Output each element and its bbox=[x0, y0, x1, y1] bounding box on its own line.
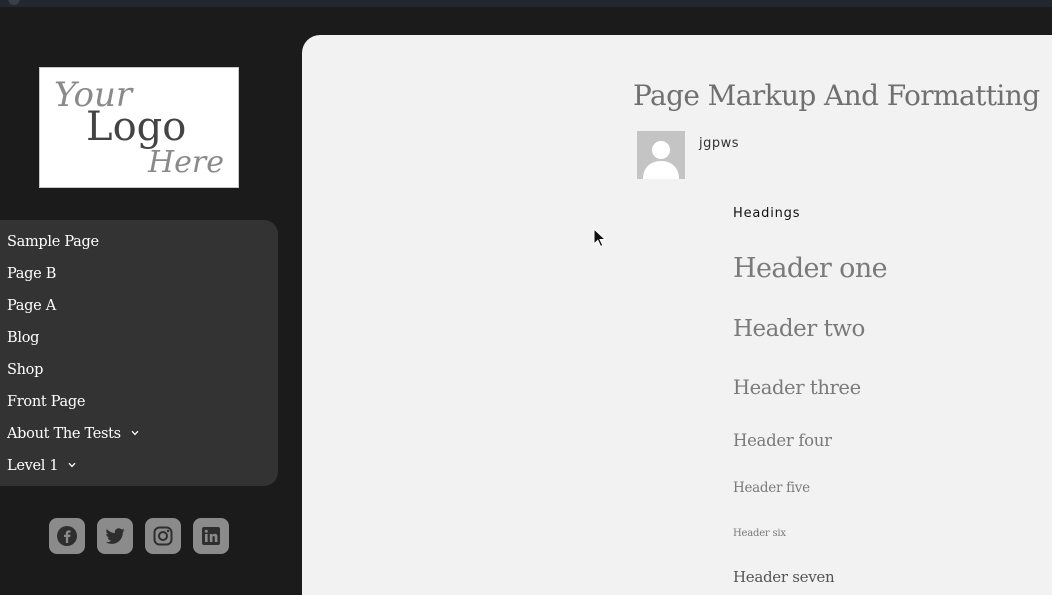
logo-text-logo: Logo bbox=[86, 104, 186, 150]
nav-item-about-the-tests[interactable]: About The Tests bbox=[0, 418, 278, 450]
heading-seven: Header seven bbox=[733, 568, 835, 586]
nav-item-page-b[interactable]: Page B bbox=[0, 258, 278, 290]
site-logo[interactable]: Your Logo Here bbox=[39, 67, 239, 188]
nav-item-label: Front Page bbox=[7, 394, 86, 410]
nav-item-label: Page A bbox=[7, 298, 56, 314]
browser-icon bbox=[8, 0, 20, 5]
browser-top-bar bbox=[0, 0, 1052, 7]
user-avatar-icon bbox=[643, 141, 679, 179]
nav-item-shop[interactable]: Shop bbox=[0, 354, 278, 386]
logo-text-here: Here bbox=[147, 145, 224, 180]
nav-item-front-page[interactable]: Front Page bbox=[0, 386, 278, 418]
mouse-cursor-icon bbox=[593, 228, 607, 248]
linkedin-link[interactable] bbox=[193, 518, 229, 554]
instagram-link[interactable] bbox=[145, 518, 181, 554]
instagram-icon bbox=[153, 526, 173, 546]
heading-two: Header two bbox=[733, 316, 865, 342]
nav-item-label: Blog bbox=[7, 330, 40, 346]
nav-item-blog[interactable]: Blog bbox=[0, 322, 278, 354]
chevron-down-icon[interactable] bbox=[131, 430, 139, 436]
heading-four: Header four bbox=[733, 431, 832, 450]
primary-navigation: Sample Page Page B Page A Blog Shop Fron… bbox=[0, 220, 278, 486]
nav-item-label: Shop bbox=[7, 362, 44, 378]
section-label: Headings bbox=[733, 206, 801, 221]
nav-item-label: Sample Page bbox=[7, 234, 99, 250]
nav-item-label: Level 1 bbox=[7, 458, 59, 474]
heading-three: Header three bbox=[733, 376, 861, 399]
facebook-icon bbox=[57, 526, 77, 546]
nav-item-level-1[interactable]: Level 1 bbox=[0, 450, 278, 482]
heading-six: Header six bbox=[733, 528, 786, 539]
twitter-icon bbox=[105, 528, 125, 544]
chevron-down-icon[interactable] bbox=[68, 462, 76, 468]
heading-one: Header one bbox=[733, 253, 888, 284]
nav-item-sample-page[interactable]: Sample Page bbox=[0, 226, 278, 258]
nav-item-page-a[interactable]: Page A bbox=[0, 290, 278, 322]
nav-item-label: Page B bbox=[7, 266, 57, 282]
author-name[interactable]: jgpws bbox=[699, 136, 739, 151]
twitter-link[interactable] bbox=[97, 518, 133, 554]
social-links bbox=[49, 518, 229, 554]
page-title: Page Markup And Formatting bbox=[633, 79, 1040, 112]
author-avatar[interactable] bbox=[637, 131, 685, 179]
linkedin-icon bbox=[202, 527, 220, 545]
facebook-link[interactable] bbox=[49, 518, 85, 554]
nav-item-label: About The Tests bbox=[7, 426, 121, 442]
content-area: Page Markup And Formatting jgpws Heading… bbox=[302, 35, 1052, 595]
heading-five: Header five bbox=[733, 480, 810, 496]
